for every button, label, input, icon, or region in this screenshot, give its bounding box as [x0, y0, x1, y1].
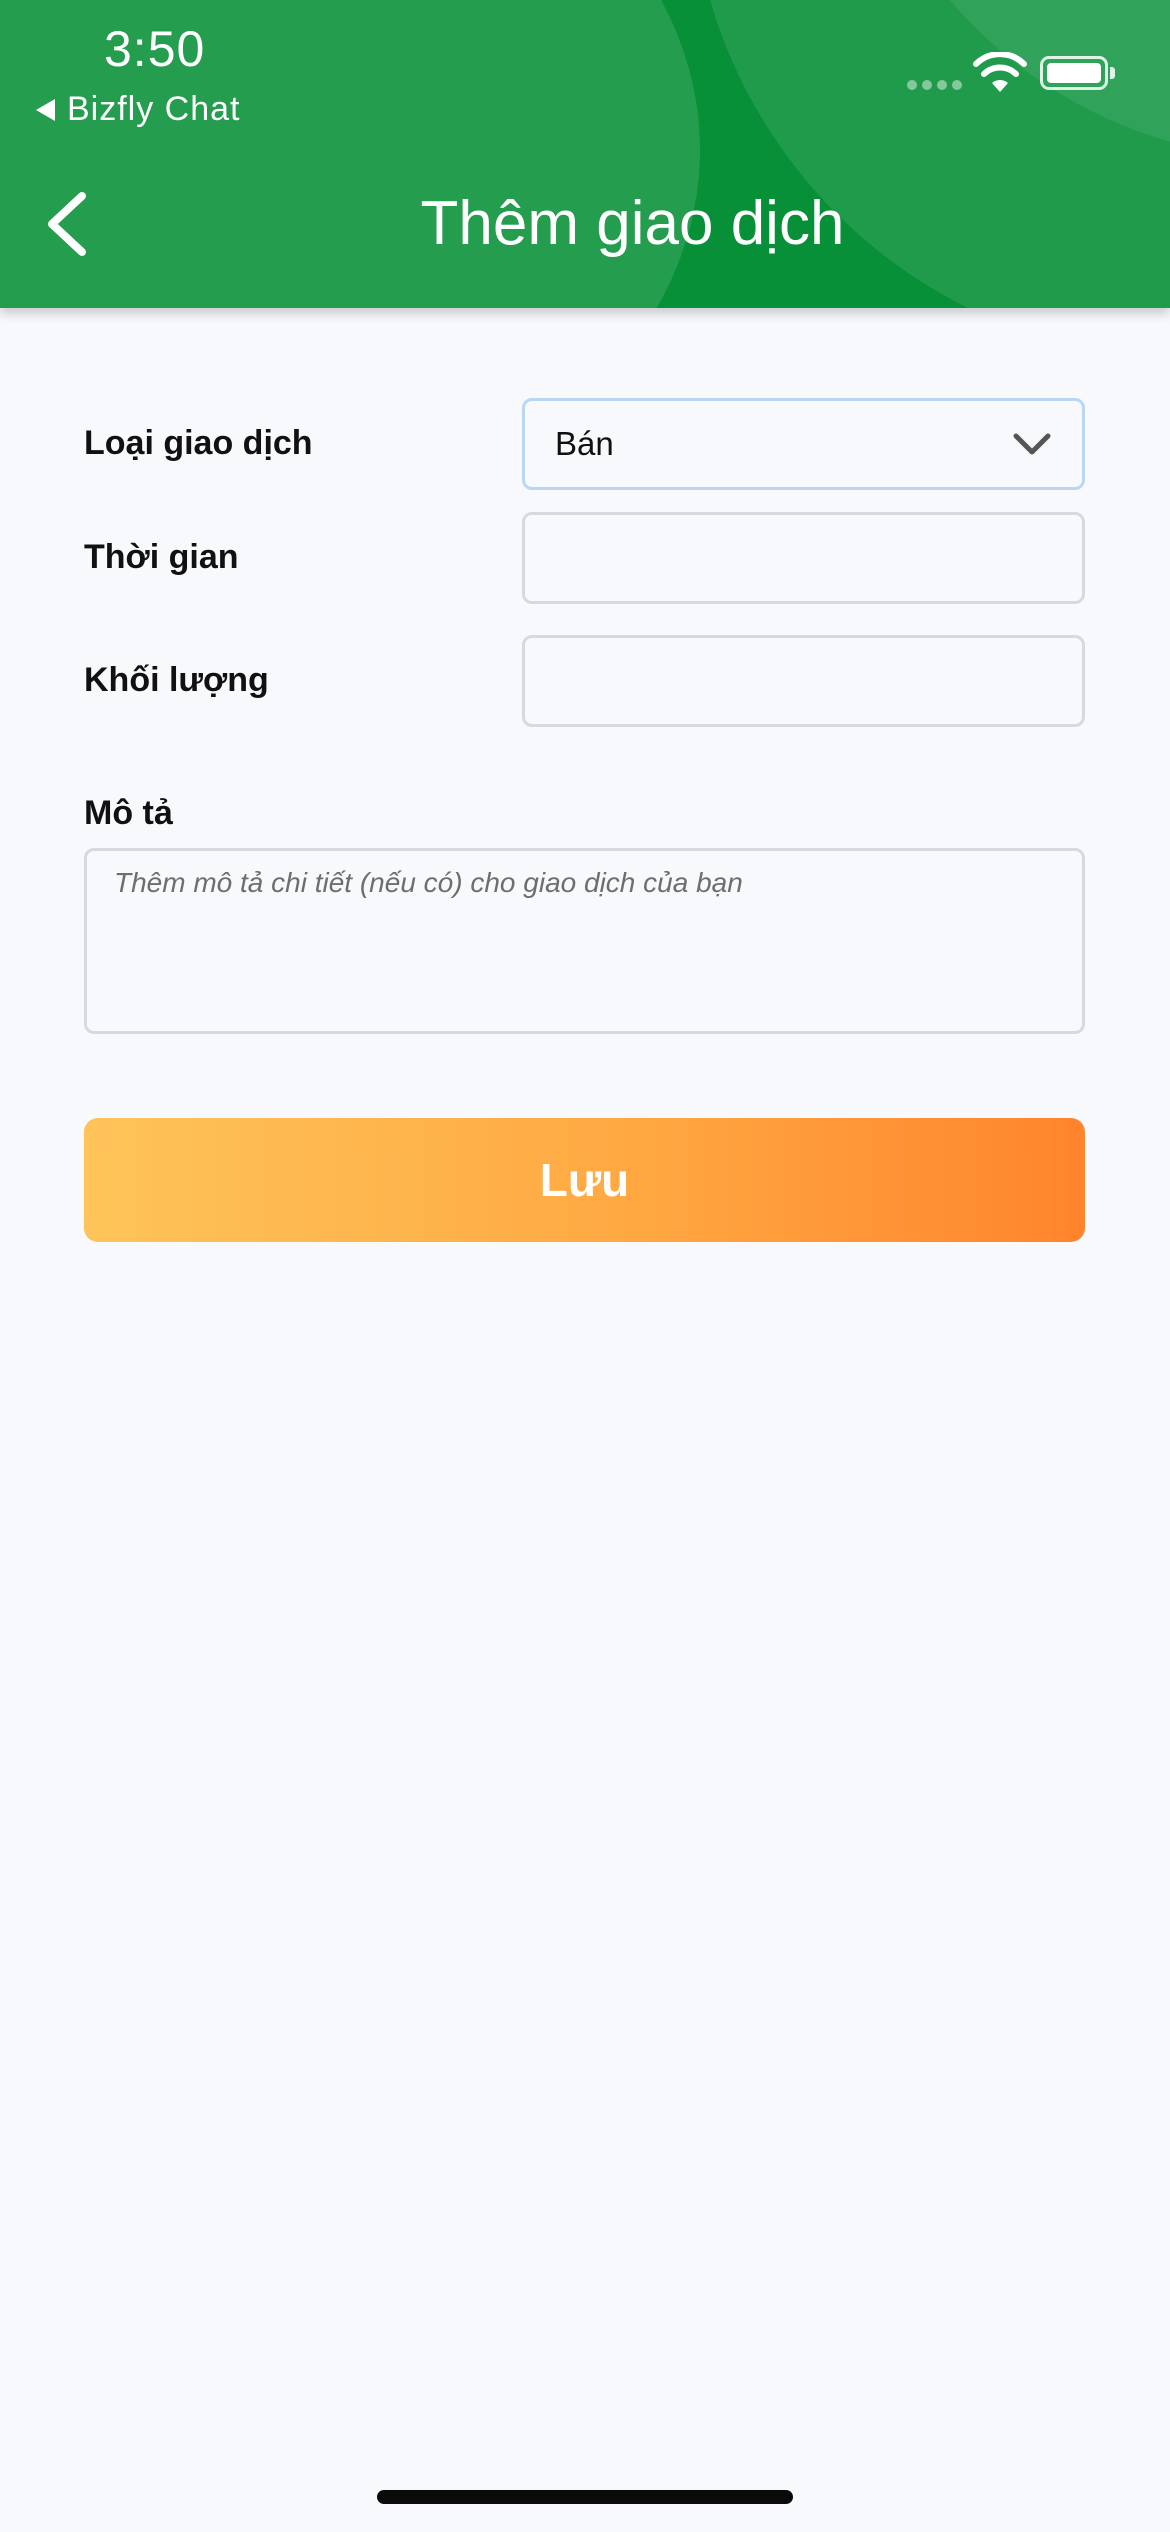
app-header: 3:50 Bizfly Chat Thêm giao dịch [0, 0, 1170, 308]
back-triangle-icon [36, 98, 55, 121]
battery-icon [1040, 56, 1108, 90]
home-indicator[interactable] [377, 2490, 793, 2504]
time-label: Thời gian [84, 538, 239, 576]
chevron-down-icon [1013, 433, 1051, 455]
quantity-label: Khối lượng [84, 661, 269, 699]
back-to-app-link[interactable]: Bizfly Chat [36, 90, 241, 129]
battery-cap [1110, 67, 1115, 79]
save-button[interactable]: Lưu [84, 1118, 1085, 1242]
status-time: 3:50 [104, 21, 206, 77]
transaction-type-value: Bán [555, 425, 614, 462]
quantity-input[interactable] [522, 635, 1085, 727]
back-app-label: Bizfly Chat [67, 90, 241, 128]
description-textarea[interactable]: Thêm mô tả chi tiết (nếu có) cho giao dị… [84, 848, 1085, 1034]
time-input[interactable] [522, 512, 1085, 604]
transaction-type-select[interactable]: Bán [522, 398, 1085, 490]
wifi-icon [973, 52, 1027, 92]
description-label: Mô tả [84, 794, 173, 832]
page-title: Thêm giao dịch [420, 189, 845, 258]
transaction-type-label: Loại giao dịch [84, 424, 313, 462]
signal-icon [907, 80, 962, 90]
